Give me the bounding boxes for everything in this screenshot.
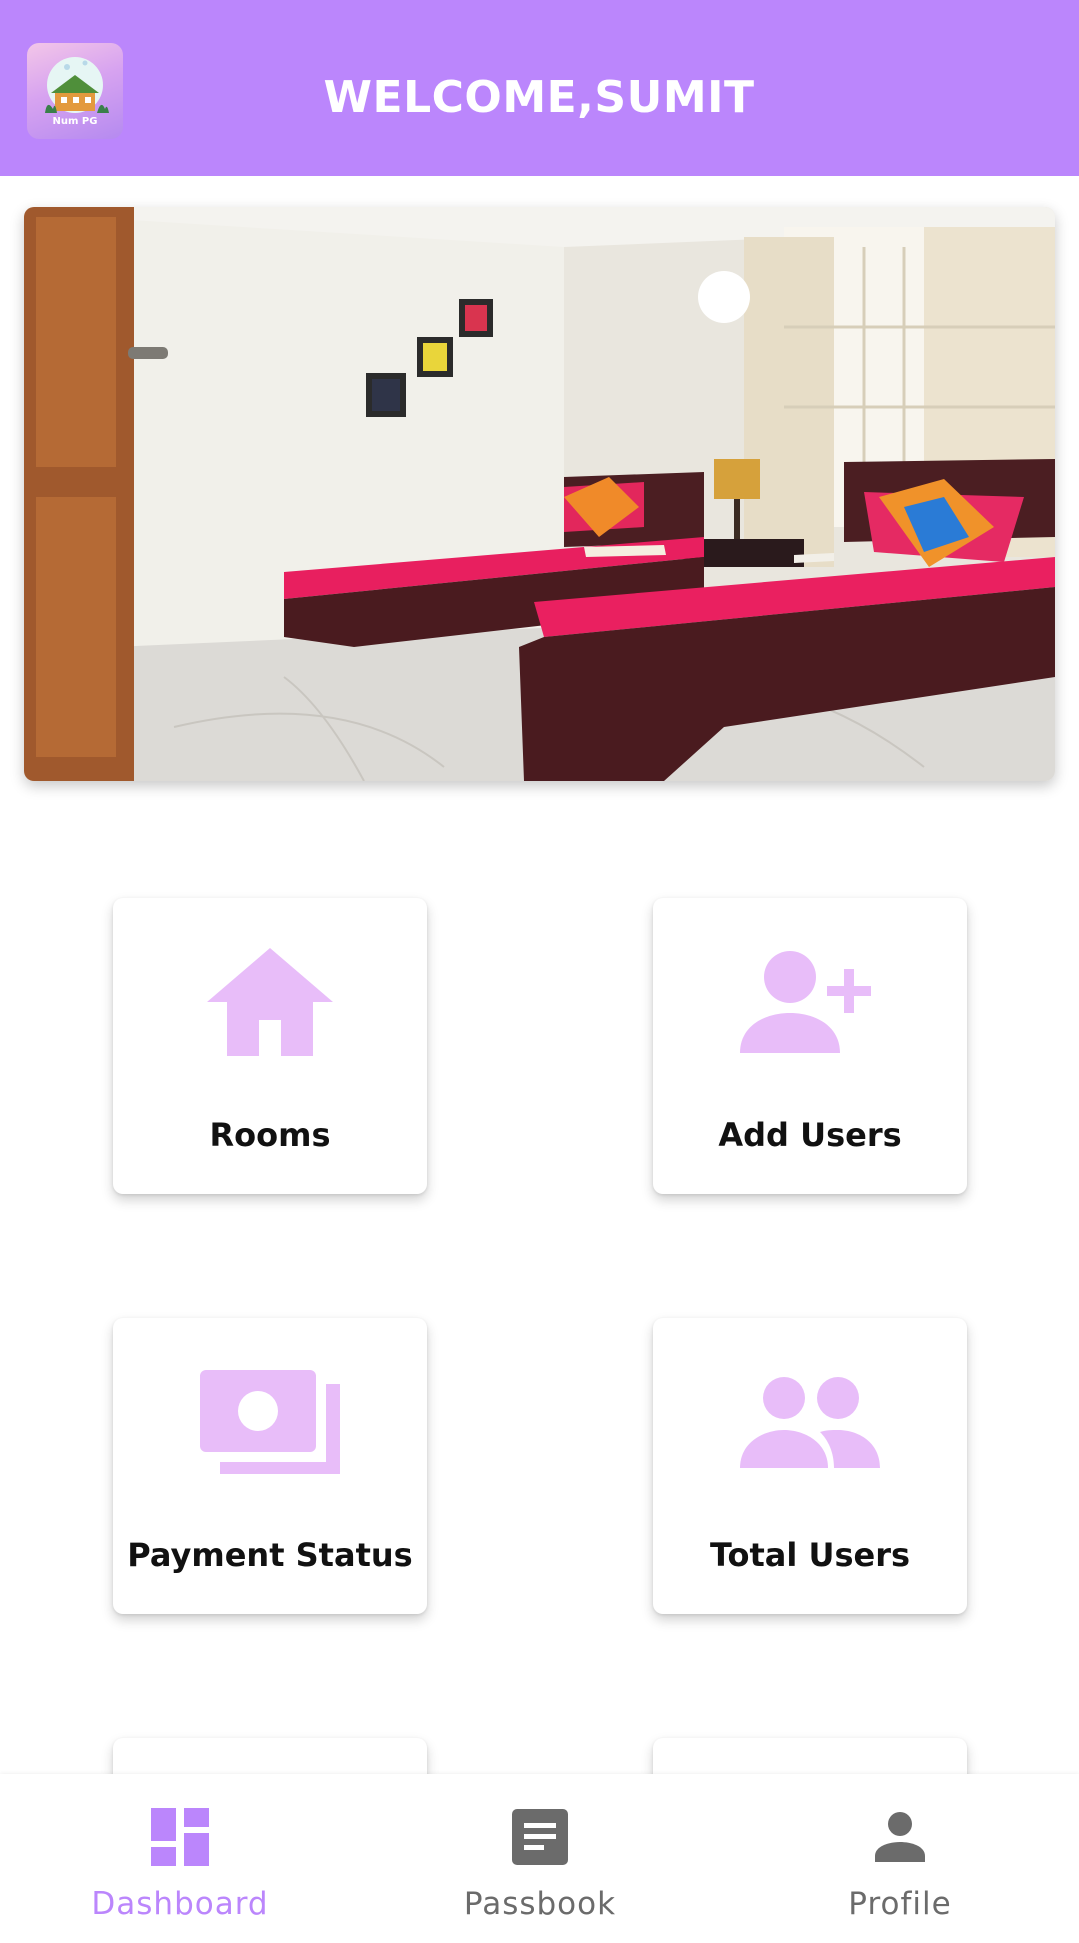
nav-label: Passbook [463, 1886, 617, 1922]
nav-item-passbook[interactable]: Passbook [420, 1774, 660, 1943]
nav-item-dashboard[interactable]: Dashboard [60, 1774, 300, 1943]
bottom-nav: Dashboard Passbook Profile [0, 1774, 1079, 1943]
total-users-tile[interactable]: Total Users [653, 1318, 967, 1614]
profile-icon [780, 1802, 1020, 1872]
home-icon [113, 942, 427, 1062]
payments-icon [113, 1362, 427, 1482]
tile-label: Payment Status [127, 1536, 413, 1574]
person-add-icon [653, 942, 967, 1062]
app-header: Num PG WELCOME,SUMIT [0, 0, 1079, 176]
nav-item-profile[interactable]: Profile [780, 1774, 1020, 1943]
dashboard-icon [60, 1802, 300, 1872]
page-title: WELCOME,SUMIT [323, 72, 755, 123]
nav-label: Dashboard [91, 1886, 269, 1922]
tile-label: Add Users [718, 1116, 902, 1154]
payment-status-tile[interactable]: Payment Status [113, 1318, 427, 1614]
hero-room-image [24, 207, 1055, 781]
tile-label: Total Users [709, 1536, 911, 1574]
tile-label: Rooms [209, 1116, 331, 1154]
nav-label: Profile [848, 1886, 952, 1922]
app-logo[interactable]: Num PG [27, 43, 123, 139]
passbook-icon [420, 1802, 660, 1872]
rooms-tile[interactable]: Rooms [113, 898, 427, 1194]
logo-text: Num PG [52, 116, 98, 127]
room-photo [24, 207, 1055, 781]
add-users-tile[interactable]: Add Users [653, 898, 967, 1194]
people-icon [653, 1362, 967, 1482]
